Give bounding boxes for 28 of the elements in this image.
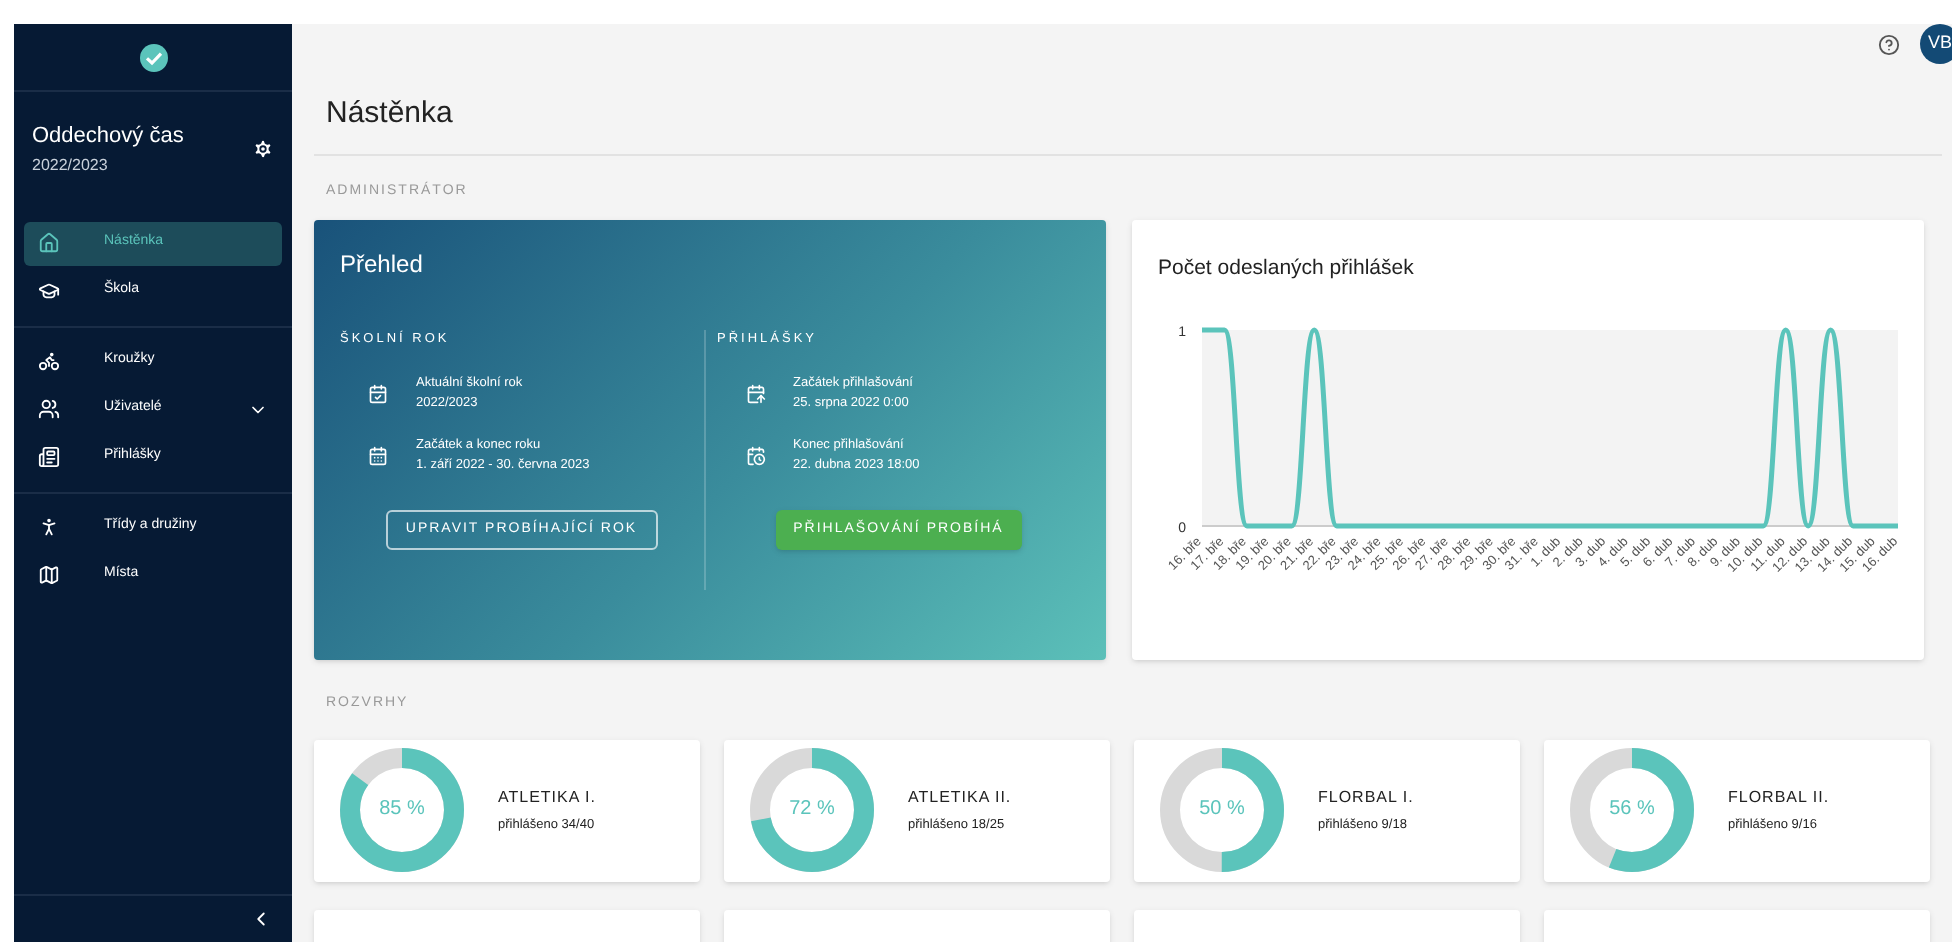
user-avatar[interactable]: VB — [1920, 24, 1952, 64]
calendar-icon — [745, 383, 765, 403]
calendar-icon — [745, 446, 765, 466]
graduation-cap-icon — [38, 280, 60, 302]
schedule-name: FLORBAL II. — [1728, 785, 1830, 810]
organization-name: Oddechový čas — [32, 122, 184, 152]
person-icon — [38, 516, 60, 538]
school-year: 2022/2023 — [32, 153, 110, 177]
map-icon — [38, 564, 60, 586]
users-icon — [38, 398, 60, 420]
home-icon — [38, 232, 60, 254]
schedule-name: FLORBAL I. — [1318, 785, 1414, 810]
percent-label: 85 % — [379, 800, 425, 820]
schedule-name: ATLETIKA I. — [498, 785, 596, 810]
check-logo-icon — [139, 43, 167, 71]
page-title: Nástěnka — [324, 94, 455, 134]
percent-label: 56 % — [1609, 800, 1655, 820]
schedule-name: ATLETIKA II. — [908, 785, 1012, 810]
percent-label: 50 % — [1199, 800, 1245, 820]
calendar-icon — [368, 446, 388, 466]
newspaper-icon — [38, 446, 60, 468]
bicycle-icon — [38, 350, 60, 372]
settings-icon[interactable] — [252, 137, 274, 160]
chart-title: Počet odeslaných přihlášek — [1158, 254, 1416, 284]
calendar-icon — [368, 383, 388, 403]
percent-label: 72 % — [789, 800, 835, 820]
card-title: Přehled — [340, 248, 425, 282]
help-icon[interactable] — [1878, 33, 1900, 55]
